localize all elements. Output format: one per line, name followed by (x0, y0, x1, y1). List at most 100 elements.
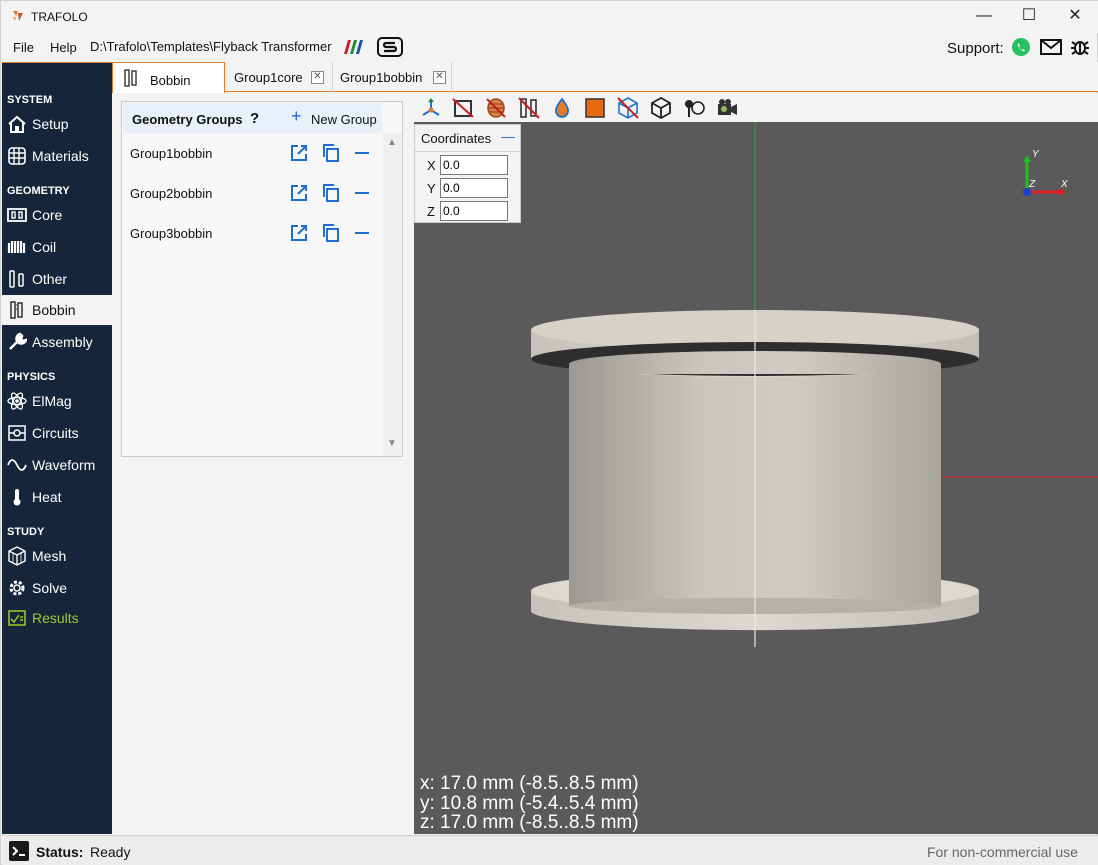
sine-wave-icon (7, 459, 27, 471)
axes-view-icon[interactable] (419, 96, 443, 120)
matlab-stripes-icon[interactable] (341, 38, 365, 56)
groups-scrollbar[interactable]: ▲ ▼ (383, 133, 402, 456)
section-physics: PHYSICS (7, 371, 56, 383)
sidebar-item-solve[interactable]: Solve (2, 573, 112, 603)
app-window: TRAFOLO — ☐ ✕ File Help D:\Trafolo\Templ… (0, 0, 1098, 865)
sidebar-item-mesh[interactable]: Mesh (2, 541, 112, 571)
sidebar-item-core[interactable]: Core (2, 200, 112, 230)
open-external-icon[interactable] (289, 183, 309, 203)
wireframe-off-icon[interactable] (616, 96, 640, 120)
sidebar-item-other[interactable]: Other (2, 264, 112, 294)
help-button[interactable]: ? (250, 110, 259, 127)
sidebar-item-results[interactable]: Results (2, 603, 112, 633)
menu-help[interactable]: Help (50, 40, 77, 55)
sidebar-item-circuits[interactable]: Circuits (2, 418, 112, 448)
thermometer-icon (13, 489, 21, 506)
dimension-y: y: 10.8 mm (-5.4..5.4 mm) (420, 792, 639, 814)
list-item[interactable]: Group3bobbin (122, 222, 382, 246)
y-coordinate-input[interactable] (440, 178, 508, 198)
mail-icon[interactable] (1040, 39, 1062, 55)
core-icon (7, 208, 27, 222)
menu-bar: File Help D:\Trafolo\Templates\Flyback T… (1, 33, 1098, 61)
cube-view-icon[interactable] (649, 96, 673, 120)
copy-icon[interactable] (321, 143, 341, 163)
project-path: D:\Trafolo\Templates\Flyback Transformer (90, 39, 332, 54)
sidebar-item-coil[interactable]: Coil (2, 232, 112, 262)
sidebar: SYSTEM Setup Materials GEOMETRY Core Coi… (2, 62, 112, 834)
hide-bobbin-icon[interactable] (517, 96, 541, 120)
dimension-x: x: 17.0 mm (-8.5..8.5 mm) (420, 773, 639, 794)
geometry-groups-panel: Geometry Groups ? + New Group Group1bobb… (121, 101, 403, 457)
menu-file[interactable]: File (13, 40, 34, 55)
tab-close-icon[interactable]: ✕ (433, 71, 446, 84)
remove-icon[interactable] (352, 143, 372, 163)
license-text: For non-commercial use (927, 844, 1078, 860)
tab-group1bobbin[interactable]: Group1bobbin ✕ (334, 62, 452, 92)
camera-icon[interactable] (715, 96, 739, 120)
hide-coil-icon[interactable] (484, 96, 508, 120)
terminal-icon[interactable] (8, 840, 30, 862)
scroll-down-icon[interactable]: ▼ (387, 438, 397, 449)
s-logo-icon[interactable] (377, 37, 403, 57)
other-parts-icon (9, 270, 24, 288)
geometry-groups-header: Geometry Groups ? + New Group (123, 103, 382, 133)
coordinates-panel: Coordinates — X Y Z (414, 124, 521, 223)
sidebar-item-waveform[interactable]: Waveform (2, 450, 112, 480)
app-title: TRAFOLO (31, 10, 88, 24)
z-label: Z (427, 204, 435, 219)
atom-icon (7, 392, 27, 410)
axis-label-z: Z (1029, 179, 1036, 190)
maximize-button[interactable]: ☐ (1006, 5, 1052, 29)
tab-bobbin[interactable]: Bobbin (112, 62, 225, 93)
collapse-button[interactable]: — (501, 128, 515, 144)
solid-view-icon[interactable] (583, 96, 607, 120)
copy-icon[interactable] (321, 183, 341, 203)
axis-label-x: X (1061, 179, 1068, 190)
status-bar: Status: Ready For non-commercial use (2, 835, 1098, 865)
sidebar-top (2, 62, 112, 91)
list-item[interactable]: Group1bobbin (122, 142, 382, 166)
axis-label-y: Y (1032, 149, 1039, 160)
remove-icon[interactable] (352, 223, 372, 243)
circuit-icon (8, 425, 26, 441)
sidebar-item-materials[interactable]: Materials (2, 141, 112, 171)
open-external-icon[interactable] (289, 223, 309, 243)
bug-report-icon[interactable] (1070, 37, 1090, 57)
3d-viewport[interactable]: Y X Z (414, 122, 1098, 834)
results-chart-icon (8, 610, 26, 626)
close-button[interactable]: ✕ (1052, 5, 1098, 29)
trafolo-logo-icon (13, 11, 23, 21)
copy-icon[interactable] (321, 223, 341, 243)
support-label: Support: (947, 40, 1004, 57)
coordinates-title: Coordinates (421, 131, 492, 146)
scroll-up-icon[interactable]: ▲ (387, 137, 397, 148)
sidebar-item-setup[interactable]: Setup (2, 109, 112, 139)
geometry-groups-title: Geometry Groups (132, 112, 243, 127)
x-coordinate-input[interactable] (440, 155, 508, 175)
home-icon (8, 115, 26, 133)
solve-gear-icon (9, 580, 25, 596)
z-coordinate-input[interactable] (440, 201, 508, 221)
material-drop-icon[interactable] (550, 96, 574, 120)
lighting-icon[interactable] (682, 96, 706, 120)
sidebar-item-bobbin[interactable]: Bobbin (2, 295, 112, 325)
section-geometry: GEOMETRY (7, 185, 70, 197)
hide-core-icon[interactable] (451, 96, 475, 120)
bobbin-icon (10, 301, 23, 319)
mesh-cube-icon (8, 546, 26, 566)
materials-grid-icon (8, 147, 26, 165)
tab-close-icon[interactable]: ✕ (311, 71, 324, 84)
title-bar: TRAFOLO — ☐ ✕ (1, 1, 1098, 33)
tab-group1core[interactable]: Group1core ✕ (226, 62, 333, 92)
remove-icon[interactable] (352, 183, 372, 203)
minimize-button[interactable]: — (961, 5, 1007, 29)
open-external-icon[interactable] (289, 143, 309, 163)
whatsapp-icon[interactable] (1011, 37, 1031, 57)
sidebar-item-assembly[interactable]: Assembly (2, 327, 112, 357)
sidebar-item-heat[interactable]: Heat (2, 482, 112, 512)
list-item[interactable]: Group2bobbin (122, 182, 382, 206)
viewport-toolbar (414, 93, 1098, 122)
bobbin-3d-model[interactable] (414, 122, 1098, 834)
sidebar-item-elmag[interactable]: ElMag (2, 386, 112, 416)
wrench-icon (9, 332, 27, 350)
